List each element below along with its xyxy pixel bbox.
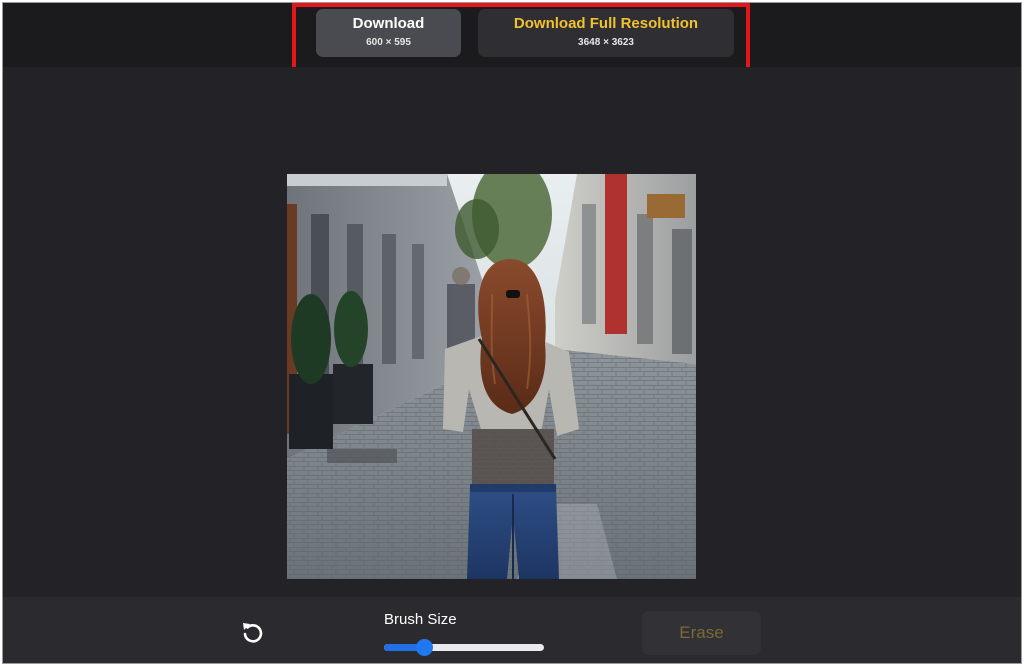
brush-size-label: Brush Size	[384, 611, 457, 628]
download-full-resolution-button[interactable]: Download Full Resolution 3648 × 3623	[478, 9, 734, 57]
undo-button[interactable]	[239, 619, 267, 647]
download-toolbar: Download 600 × 595 Download Full Resolut…	[3, 3, 1021, 67]
download-full-resolution-size: 3648 × 3623	[578, 37, 634, 48]
download-button-size: 600 × 595	[366, 37, 411, 48]
download-full-resolution-label: Download Full Resolution	[513, 15, 699, 32]
undo-icon	[243, 623, 263, 643]
download-button-label: Download	[352, 15, 425, 32]
brush-size-slider[interactable]	[384, 639, 544, 656]
app-window: Download 600 × 595 Download Full Resolut…	[2, 2, 1022, 664]
brush-toolbar: Brush Size Erase	[3, 597, 1021, 663]
edited-photo[interactable]	[287, 174, 696, 579]
download-button[interactable]: Download 600 × 595	[316, 9, 461, 57]
editor-canvas	[3, 67, 1021, 597]
slider-thumb[interactable]	[416, 639, 433, 656]
erase-button[interactable]: Erase	[642, 611, 761, 655]
